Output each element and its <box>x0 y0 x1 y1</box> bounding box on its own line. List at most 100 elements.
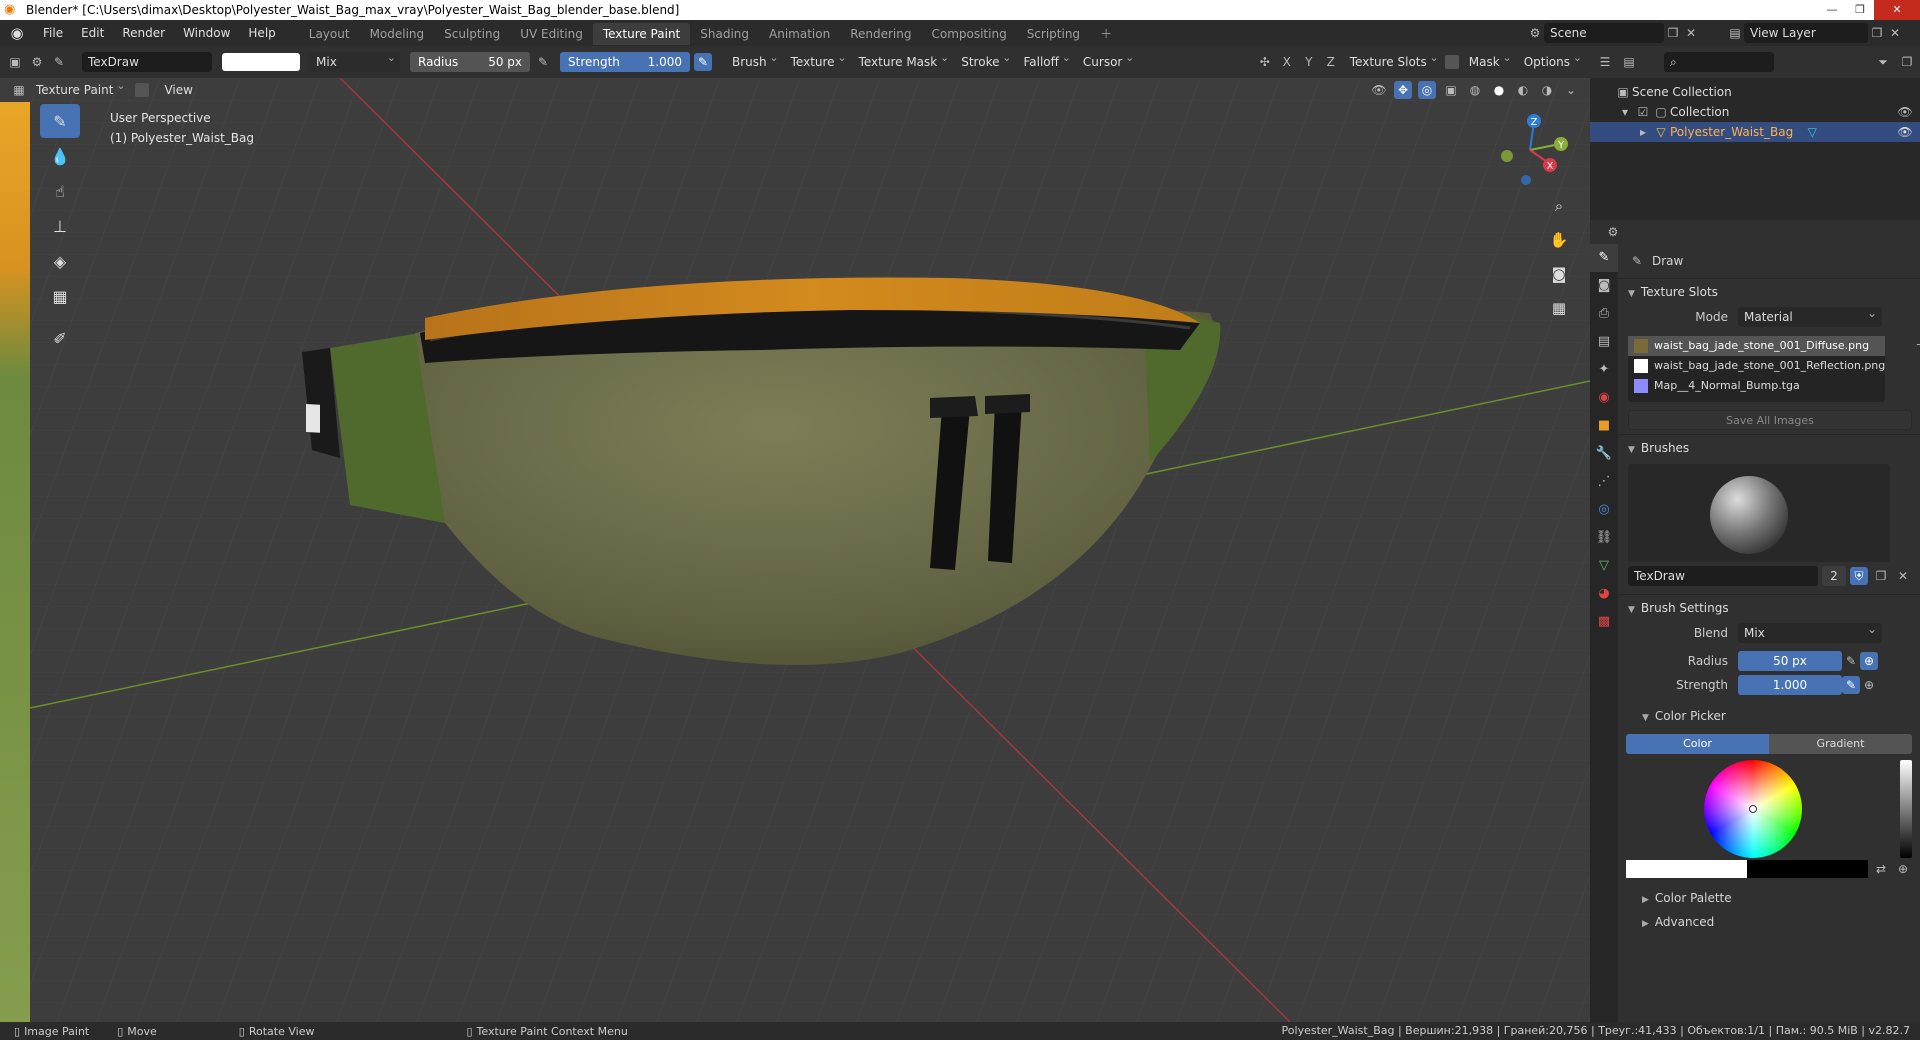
outliner-search-input[interactable]: ⌕ <box>1664 52 1774 72</box>
visibility-icon[interactable]: 👁 <box>1370 81 1388 99</box>
new-collection-icon[interactable]: ❐ <box>1898 53 1916 71</box>
color-unified-icon[interactable]: ⊕ <box>1894 860 1912 878</box>
color-wheel[interactable] <box>1704 760 1802 858</box>
blend-mode-dropdown[interactable]: Mix <box>308 48 400 72</box>
view-menu[interactable]: View <box>155 78 201 102</box>
mask-tool-button[interactable]: ▦ <box>40 279 80 313</box>
mask-mode-toggle[interactable] <box>135 83 150 97</box>
texture-tab-icon[interactable]: ▩ <box>1590 608 1618 636</box>
symmetry-icon[interactable]: ✣ <box>1256 53 1274 71</box>
checkbox-icon[interactable]: ☑ <box>1634 103 1652 121</box>
constraints-tab-icon[interactable]: ⛓ <box>1590 524 1618 552</box>
menu-edit[interactable]: Edit <box>72 20 113 46</box>
tab-modeling[interactable]: Modeling <box>360 23 435 45</box>
close-button[interactable]: ✕ <box>1874 0 1920 20</box>
render-tab-icon[interactable]: ◙ <box>1590 272 1618 300</box>
brush-users-count[interactable]: 2 <box>1822 566 1846 586</box>
brush-color-swatch[interactable] <box>222 53 300 71</box>
draw-tool-button[interactable]: ✎ <box>40 104 80 138</box>
radius-unified-icon[interactable]: ⊕ <box>1860 652 1878 670</box>
view-layer-field[interactable]: View Layer <box>1744 23 1868 43</box>
mode-dropdown[interactable]: Texture Paint <box>34 76 129 100</box>
scene-tab-icon[interactable]: ✦ <box>1590 356 1618 384</box>
outliner-object-row[interactable]: ▸ ▽ Polyester_Waist_Bag ▽ 👁 <box>1590 122 1920 142</box>
particles-tab-icon[interactable]: ⋰ <box>1590 468 1618 496</box>
advanced-subpanel-header[interactable]: ▶ Advanced <box>1618 910 1920 934</box>
filter-icon[interactable]: ⏷ <box>1874 53 1892 71</box>
color-palette-subpanel-header[interactable]: ▶ Color Palette <box>1618 886 1920 910</box>
strength-pressure-icon[interactable]: ✎ <box>694 53 712 71</box>
blender-menu-icon[interactable]: ◉ <box>6 22 28 44</box>
annotate-tool-button[interactable]: ✐ <box>40 321 80 355</box>
texture-slot-item[interactable]: waist_bag_jade_stone_001_Reflection.png <box>1628 356 1885 376</box>
texture-slot-item[interactable]: waist_bag_jade_stone_001_Diffuse.png <box>1628 336 1886 356</box>
display-mode-icon[interactable]: ▤ <box>1620 53 1638 71</box>
scene-name-field[interactable]: Scene <box>1544 23 1664 43</box>
tab-texture-paint[interactable]: Texture Paint <box>592 23 691 45</box>
texture-slots-menu[interactable]: Texture Slots <box>1344 48 1441 72</box>
outliner-editor-icon[interactable]: ☰ <box>1596 53 1614 71</box>
color-picker-subpanel-header[interactable]: ▼ Color Picker <box>1618 704 1920 728</box>
eye-icon[interactable]: 👁 <box>1896 103 1914 121</box>
gizmo-neg-y[interactable] <box>1501 150 1513 162</box>
outliner-scene-collection[interactable]: ▣ Scene Collection <box>1590 82 1920 102</box>
overlay-toggle-icon[interactable]: ◎ <box>1418 81 1436 99</box>
menu-window[interactable]: Window <box>174 20 239 46</box>
shading-options-icon[interactable]: ⌄ <box>1562 81 1580 99</box>
falloff-menu[interactable]: Falloff <box>1017 48 1072 72</box>
pan-hand-icon[interactable]: ✋ <box>1546 226 1572 254</box>
tab-sculpting[interactable]: Sculpting <box>434 23 510 45</box>
clone-tool-button[interactable]: ⊥ <box>40 209 80 243</box>
grid-ortho-icon[interactable]: ▦ <box>1546 294 1572 322</box>
editor-type-icon[interactable]: ▣ <box>6 53 24 71</box>
mask-menu[interactable]: Mask <box>1463 48 1514 72</box>
brush-settings-panel-header[interactable]: ▼ Brush Settings <box>1618 594 1920 620</box>
radius-slider[interactable]: Radius 50 px <box>410 52 530 72</box>
rendered-shading-icon[interactable]: ◑ <box>1538 81 1556 99</box>
value-slider[interactable] <box>1900 760 1912 858</box>
brush-name-input[interactable]: TexDraw <box>1628 566 1818 586</box>
gradient-tab[interactable]: Gradient <box>1769 734 1912 754</box>
fake-user-icon[interactable]: ⛨ <box>1850 567 1868 585</box>
cursor-menu[interactable]: Cursor <box>1077 48 1136 72</box>
secondary-color-swatch[interactable] <box>1747 860 1868 878</box>
menu-help[interactable]: Help <box>239 20 284 46</box>
3d-viewport[interactable] <box>0 78 1590 1022</box>
strength-unified-icon[interactable]: ⊕ <box>1860 676 1878 694</box>
expand-arrow-icon-2[interactable]: ▸ <box>1634 123 1652 141</box>
mirror-z-toggle[interactable]: Z <box>1322 53 1340 71</box>
modifier-tab-icon[interactable]: 🔧 <box>1590 440 1618 468</box>
radius-pressure-toggle-icon[interactable]: ✎ <box>1842 652 1860 670</box>
view-layer-tab-icon[interactable]: ▤ <box>1590 328 1618 356</box>
fill-tool-button[interactable]: ◈ <box>40 244 80 278</box>
smear-tool-button[interactable]: ☝ <box>40 174 80 208</box>
tab-uv-editing[interactable]: UV Editing <box>510 23 593 45</box>
properties-editor-icon[interactable]: ⚙ <box>1604 223 1622 241</box>
image-editor-strip[interactable] <box>0 102 30 1022</box>
zoom-icon[interactable]: ⌕ <box>1546 192 1572 220</box>
primary-color-swatch[interactable] <box>1626 860 1747 878</box>
delete-scene-icon[interactable]: ✕ <box>1682 24 1700 42</box>
color-swatches[interactable] <box>1626 860 1868 878</box>
tool-tab-icon[interactable]: ✎ <box>1590 244 1618 272</box>
radius-pressure-icon[interactable]: ✎ <box>534 53 552 71</box>
brushes-panel-header[interactable]: ▼ Brushes <box>1618 434 1920 460</box>
mirror-y-toggle[interactable]: Y <box>1300 53 1318 71</box>
radius-settings-slider[interactable]: 50 px <box>1738 651 1842 671</box>
data-tab-icon[interactable]: ▽ <box>1590 552 1618 580</box>
menu-file[interactable]: File <box>34 20 72 46</box>
add-workspace-icon[interactable]: ＋ <box>1090 23 1122 45</box>
scene-selector[interactable]: ⚙ Scene ❐ ✕ <box>1526 23 1726 43</box>
texture-slot-item[interactable]: Map__4_Normal_Bump.tga <box>1628 376 1885 396</box>
expand-arrow-icon[interactable]: ▾ <box>1616 103 1634 121</box>
xray-toggle-icon[interactable]: ▣ <box>1442 81 1460 99</box>
eye-icon-2[interactable]: 👁 <box>1896 123 1914 141</box>
gizmo-neg-z[interactable] <box>1521 175 1531 185</box>
new-scene-icon[interactable]: ❐ <box>1664 24 1682 42</box>
tool-icon[interactable]: ⚙ <box>28 53 46 71</box>
tab-scripting[interactable]: Scripting <box>1017 23 1090 45</box>
camera-icon[interactable]: ◙ <box>1546 260 1572 288</box>
physics-tab-icon[interactable]: ◎ <box>1590 496 1618 524</box>
tab-animation[interactable]: Animation <box>759 23 840 45</box>
texture-slot-mode-dropdown[interactable]: Material <box>1738 303 1882 327</box>
